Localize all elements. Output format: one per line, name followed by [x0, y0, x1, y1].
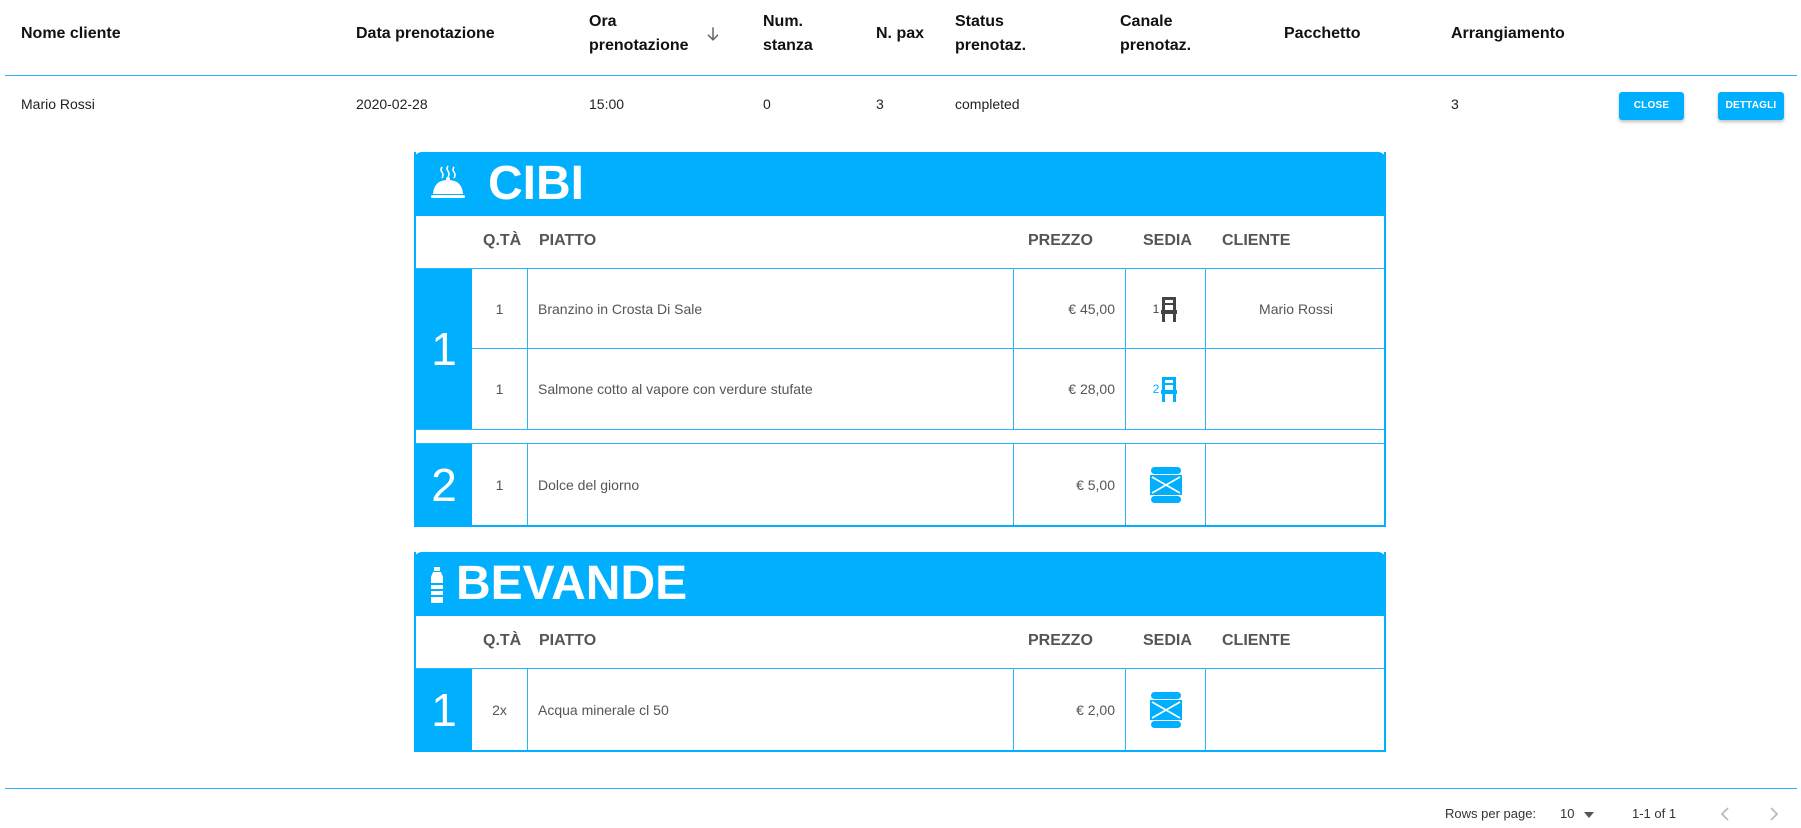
header-date[interactable]: Data prenotazione	[356, 22, 495, 46]
food-course: 1 1 Branzino in Crosta Di Sale € 45,00 1…	[416, 269, 1384, 430]
bottle-icon	[431, 567, 443, 603]
course-number: 1	[416, 669, 472, 750]
food-card: CIBI Q.TÀ PIATTO PREZZO SEDIA CLIENTE 1 …	[414, 152, 1386, 527]
item-price: € 5,00	[1014, 444, 1126, 525]
item-client	[1206, 444, 1386, 525]
col-seat: SEDIA	[1143, 632, 1192, 649]
item-dish: Branzino in Crosta Di Sale	[528, 269, 1014, 348]
header-status-line2: prenotaz.	[955, 37, 1027, 54]
row-room: 0	[763, 96, 771, 112]
food-columns: Q.TÀ PIATTO PREZZO SEDIA CLIENTE	[416, 216, 1384, 269]
item-qty: 1	[472, 269, 528, 348]
header-status-line1: Status	[955, 13, 1004, 30]
cloche-icon	[431, 165, 465, 198]
header-package[interactable]: Pacchetto	[1284, 22, 1360, 46]
item-seat[interactable]	[1126, 444, 1206, 525]
details-button[interactable]: DETTAGLI	[1718, 92, 1784, 120]
chair-icon	[1161, 377, 1178, 402]
course-number: 2	[416, 444, 472, 525]
item-seat[interactable]: 1	[1126, 269, 1206, 348]
item-client: Mario Rossi	[1259, 300, 1333, 317]
footer-divider	[5, 788, 1797, 789]
food-title: CIBI	[488, 157, 584, 210]
col-seat: SEDIA	[1143, 232, 1192, 249]
col-qty: Q.TÀ	[483, 232, 522, 249]
item-seat[interactable]	[1126, 669, 1206, 750]
row-client: Mario Rossi	[21, 96, 95, 112]
row-arrangement: 3	[1451, 96, 1459, 112]
drinks-card: BEVANDE Q.TÀ PIATTO PREZZO SEDIA CLIENTE…	[414, 552, 1386, 752]
header-time-line2: prenotazione	[589, 37, 689, 54]
drinks-card-header: BEVANDE	[414, 552, 1386, 616]
list-item[interactable]: 1 Salmone cotto al vapore con verdure st…	[472, 349, 1384, 429]
row-time: 15:00	[589, 96, 625, 112]
chevron-left-icon[interactable]	[1718, 806, 1732, 822]
header-pax[interactable]: N. pax	[876, 22, 924, 46]
rows-per-page-select[interactable]: 10	[1560, 806, 1595, 821]
list-item[interactable]: 1 Dolce del giorno € 5,00	[472, 444, 1384, 525]
header-room[interactable]: Num. stanza	[763, 10, 813, 58]
col-qty: Q.TÀ	[483, 632, 522, 649]
row-pax: 3	[876, 96, 884, 112]
drinks-columns: Q.TÀ PIATTO PREZZO SEDIA CLIENTE	[416, 616, 1384, 669]
header-room-line2: stanza	[763, 37, 813, 54]
item-dish: Salmone cotto al vapore con verdure stuf…	[528, 349, 1014, 429]
item-price: € 45,00	[1014, 269, 1126, 348]
caret-down-icon	[1584, 811, 1595, 818]
header-time-line1: Ora	[589, 13, 617, 30]
item-seat[interactable]: 2	[1126, 349, 1206, 429]
chevron-right-icon[interactable]	[1767, 806, 1781, 822]
list-item[interactable]: 2x Acqua minerale cl 50 € 2,00	[472, 669, 1384, 750]
food-card-header: CIBI	[414, 152, 1386, 216]
list-item[interactable]: 1 Branzino in Crosta Di Sale € 45,00 1 M…	[472, 269, 1384, 349]
item-client	[1206, 669, 1386, 750]
drinks-course: 1 2x Acqua minerale cl 50 € 2,00	[416, 669, 1384, 750]
item-dish: Acqua minerale cl 50	[528, 669, 1014, 750]
item-client	[1206, 349, 1386, 429]
col-dish: PIATTO	[539, 632, 597, 649]
item-price: € 2,00	[1014, 669, 1126, 750]
header-divider	[5, 75, 1797, 76]
header-arrangement[interactable]: Arrangiamento	[1451, 22, 1565, 46]
arrow-down-icon[interactable]	[703, 24, 723, 44]
header-status[interactable]: Status prenotaz.	[955, 10, 1026, 58]
col-price: PREZZO	[1028, 232, 1093, 249]
seat-number: 1	[1152, 301, 1160, 316]
col-client: CLIENTE	[1222, 232, 1291, 249]
header-channel[interactable]: Canale prenotaz.	[1120, 10, 1191, 58]
shared-table-icon	[1149, 691, 1182, 728]
col-dish: PIATTO	[539, 232, 597, 249]
course-separator	[416, 430, 1384, 444]
item-price: € 28,00	[1014, 349, 1126, 429]
header-client[interactable]: Nome cliente	[21, 22, 121, 46]
page-range: 1-1 of 1	[1632, 806, 1677, 821]
header-room-line1: Num.	[763, 13, 803, 30]
item-qty: 1	[472, 444, 528, 525]
header-channel-line1: Canale	[1120, 13, 1173, 30]
item-qty: 2x	[472, 669, 528, 750]
close-button[interactable]: CLOSE	[1619, 92, 1684, 120]
header-channel-line2: prenotaz.	[1120, 37, 1192, 54]
row-date: 2020-02-28	[356, 96, 428, 112]
col-client: CLIENTE	[1222, 632, 1291, 649]
header-time[interactable]: Ora prenotazione	[589, 10, 689, 58]
rows-per-page-label: Rows per page:	[1445, 806, 1537, 821]
food-course: 2 1 Dolce del giorno € 5,00	[416, 444, 1384, 525]
row-status: completed	[955, 96, 1020, 112]
course-number: 1	[416, 269, 472, 429]
item-dish: Dolce del giorno	[528, 444, 1014, 525]
item-qty: 1	[472, 349, 528, 429]
seat-number: 2	[1152, 382, 1160, 396]
col-price: PREZZO	[1028, 632, 1093, 649]
shared-table-icon	[1149, 466, 1182, 503]
chair-icon	[1161, 296, 1178, 322]
table-header: Nome cliente Data prenotazione Ora preno…	[0, 0, 1801, 75]
rows-per-page-value: 10	[1560, 806, 1575, 821]
drinks-title: BEVANDE	[456, 557, 688, 610]
